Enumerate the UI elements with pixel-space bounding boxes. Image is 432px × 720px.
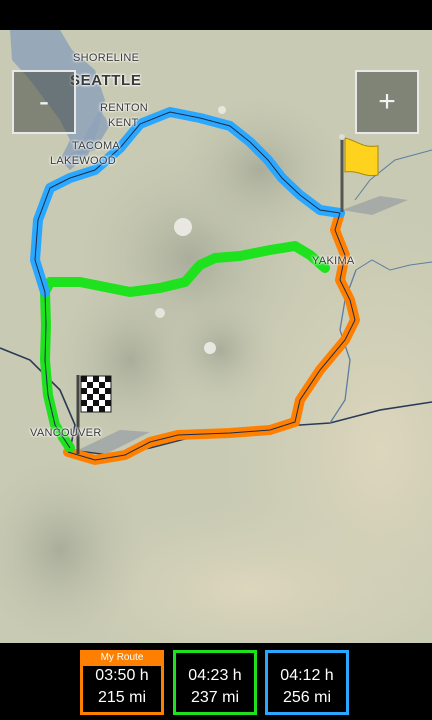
city-label-yakima: YAKIMA [312,255,355,267]
route-distance: 215 mi [97,689,147,706]
zoom-in-button[interactable]: + [355,70,419,134]
plus-icon: + [378,85,396,118]
city-label-vancouver: VANCOUVER [30,427,102,439]
city-label-tacoma: TACOMA [72,140,121,152]
city-label-renton: RENTON [100,102,149,114]
route-distance: 256 mi [282,689,332,706]
status-bar [0,0,432,30]
city-label-seattle: SEATTLE [70,72,142,89]
route-time: 04:23 h [188,667,242,684]
city-label-lakewood: LAKEWOOD [50,155,116,167]
route-time: 03:50 h [95,667,149,684]
route-time: 04:12 h [280,667,334,684]
route-option-orange[interactable]: My Route 03:50 h 215 mi [80,650,164,715]
map-view[interactable]: SHORELINE SEATTLE RENTON KENT TACOMA LAK… [0,30,432,643]
route-distance: 237 mi [190,689,240,706]
minus-icon: - [39,85,49,118]
route-option-green[interactable]: 04:23 h 237 mi [173,650,257,715]
city-label-kent: KENT [108,117,139,129]
zoom-out-button[interactable]: - [12,70,76,134]
city-label-shoreline: SHORELINE [73,52,140,64]
route-tag: My Route [80,650,164,666]
route-option-blue[interactable]: 04:12 h 256 mi [265,650,349,715]
